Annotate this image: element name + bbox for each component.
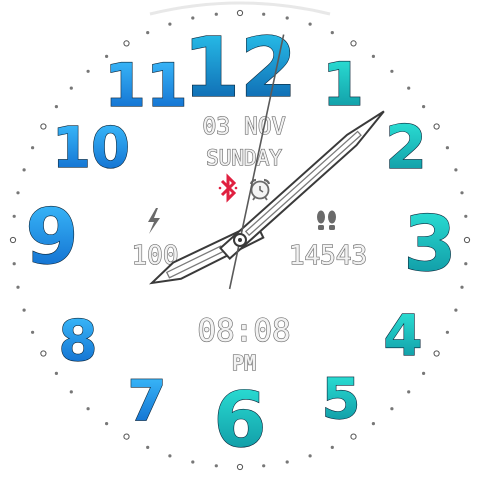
minute-tick — [191, 16, 195, 20]
numeral-7: 7 — [128, 369, 167, 434]
minute-tick — [12, 214, 16, 218]
minute-tick — [422, 105, 426, 109]
numeral-3: 3 — [404, 199, 457, 288]
minute-tick — [433, 123, 440, 130]
minute-tick — [22, 308, 26, 312]
minute-tick — [146, 445, 150, 449]
minute-tick — [454, 308, 458, 312]
minute-tick — [285, 16, 289, 20]
numeral-1: 1 — [322, 50, 364, 120]
minute-tick — [330, 30, 334, 35]
numeral-2: 2 — [385, 113, 427, 183]
minute-tick — [464, 262, 468, 266]
minute-tick — [40, 123, 47, 130]
minute-tick — [30, 330, 35, 334]
weekday-label: SUNDAY — [206, 146, 282, 170]
minute-tick — [12, 262, 16, 266]
minute-tick — [350, 433, 357, 440]
minute-tick — [236, 9, 244, 17]
footprints-icon — [317, 210, 336, 230]
minute-tick — [460, 191, 464, 195]
minute-tick — [123, 40, 130, 47]
watch-face: 12 1 2 3 4 5 6 7 8 9 10 11 03 NOV SUNDAY — [0, 0, 480, 480]
minute-tick — [308, 22, 312, 26]
numeral-9: 9 — [26, 192, 79, 281]
minute-tick — [460, 285, 464, 289]
minute-tick — [350, 40, 357, 47]
lightning-bolt-icon — [148, 208, 160, 234]
minute-tick — [390, 69, 394, 73]
center-pin-dot — [238, 238, 242, 242]
minute-tick — [146, 30, 150, 35]
minute-tick — [214, 464, 218, 468]
minute-tick — [86, 69, 90, 73]
minute-tick — [40, 350, 47, 357]
minute-tick — [371, 422, 375, 426]
ampm-label: PM — [232, 351, 256, 375]
minute-tick — [285, 460, 289, 464]
minute-tick — [463, 236, 471, 244]
minute-tick — [407, 390, 411, 394]
minute-tick — [168, 22, 172, 26]
minute-tick — [123, 433, 130, 440]
minute-tick — [236, 463, 244, 471]
numeral-4: 4 — [384, 304, 423, 369]
minute-tick — [54, 105, 59, 109]
minute-tick — [445, 330, 449, 334]
minute-tick — [16, 285, 20, 289]
minute-tick — [262, 12, 266, 16]
minute-tick — [214, 12, 218, 16]
digital-time: 08:08 — [197, 313, 290, 349]
minute-tick — [407, 86, 411, 90]
alarm-clock-icon — [249, 178, 271, 201]
minute-tick — [308, 454, 312, 458]
minute-tick — [330, 445, 334, 449]
minute-tick — [69, 390, 73, 394]
minute-tick — [191, 460, 195, 464]
numeral-5: 5 — [322, 367, 361, 432]
bluetooth-icon — [218, 173, 238, 203]
numeral-10: 10 — [52, 116, 130, 181]
numeral-11: 11 — [104, 51, 188, 121]
minute-tick — [69, 86, 73, 90]
minute-tick — [16, 191, 20, 195]
minute-tick — [454, 168, 458, 172]
minute-tick — [464, 214, 468, 218]
numeral-8: 8 — [59, 309, 98, 374]
minute-tick — [390, 407, 394, 411]
minute-tick — [445, 146, 449, 150]
minute-tick — [86, 407, 90, 411]
watch-dial: 12 1 2 3 4 5 6 7 8 9 10 11 03 NOV SUNDAY — [9, 1, 471, 471]
steps-value: 14543 — [289, 241, 367, 271]
minute-tick — [30, 146, 35, 150]
minute-tick — [105, 422, 109, 426]
minute-tick — [422, 371, 426, 375]
minute-tick — [9, 236, 17, 244]
date-label: 03 NOV — [202, 114, 285, 140]
minute-tick — [54, 371, 59, 375]
minute-tick — [371, 54, 375, 59]
minute-tick — [168, 454, 172, 458]
minute-tick — [262, 464, 266, 468]
numeral-12: 12 — [183, 21, 297, 116]
minute-tick — [433, 350, 440, 357]
numeral-6: 6 — [214, 375, 267, 464]
minute-tick — [22, 168, 26, 172]
